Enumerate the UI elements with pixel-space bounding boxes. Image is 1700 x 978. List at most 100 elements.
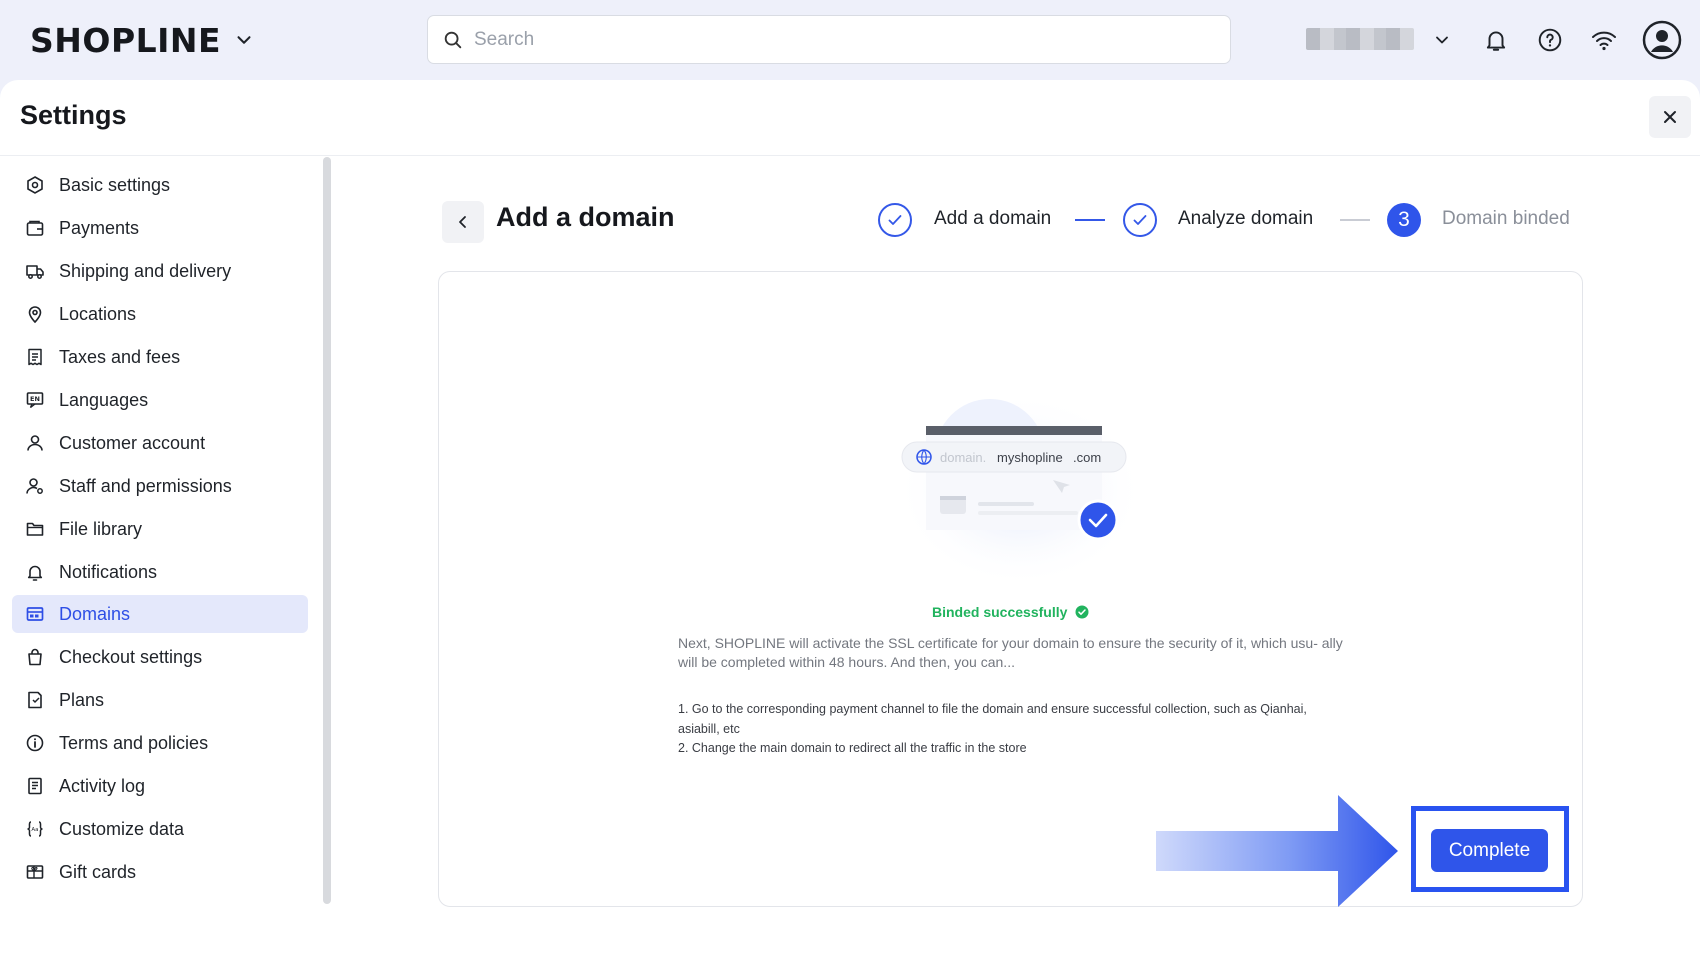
user-icon	[27, 435, 43, 451]
sidebar-item-languages[interactable]: EN Languages	[12, 381, 308, 419]
sidebar-item-domains[interactable]: Domains	[12, 595, 308, 633]
sidebar-item-label: Gift cards	[59, 861, 137, 882]
svg-text:EN: EN	[30, 395, 40, 403]
settings-header: Settings	[0, 80, 1700, 156]
code-braces-icon: Aa	[27, 821, 43, 837]
store-switcher[interactable]: SHOPLINE	[30, 18, 255, 62]
info-icon	[26, 734, 44, 752]
close-icon	[1664, 111, 1676, 123]
chevron-down-icon	[237, 36, 251, 44]
domain-icon	[26, 607, 44, 621]
success-message: Binded successfully	[932, 604, 1089, 620]
step-1-label: Add a domain	[934, 208, 1052, 229]
sidebar-item-label: Activity log	[59, 775, 146, 796]
sidebar-item-label: Taxes and fees	[59, 346, 181, 367]
sidebar-item-gift-cards[interactable]: Gift cards	[12, 853, 308, 891]
arrow-pointer-icon	[1156, 795, 1398, 907]
close-button[interactable]	[1649, 96, 1691, 138]
sidebar-item-label: Customize data	[59, 818, 185, 839]
sidebar-item-shipping[interactable]: Shipping and delivery	[12, 252, 308, 290]
store-name-blurred[interactable]	[1306, 28, 1414, 50]
sidebar-item-label: Languages	[59, 389, 149, 410]
sidebar-item-plans[interactable]: Plans	[12, 681, 308, 719]
illustration-domain-name: myshopline	[997, 450, 1063, 465]
settings-hex-icon	[27, 176, 43, 194]
location-pin-icon	[28, 306, 42, 324]
sidebar-item-label: File library	[59, 518, 143, 539]
sidebar-item-label: Customer account	[59, 432, 206, 453]
sidebar-item-customer-account[interactable]: Customer account	[12, 424, 308, 462]
check-icon	[1133, 215, 1147, 225]
sidebar-item-label: Domains	[59, 603, 131, 624]
step-2-check	[1123, 203, 1157, 237]
step-1-check	[878, 203, 912, 237]
bell-icon	[1486, 31, 1506, 51]
next-step-2: 2. Change the main domain to redirect al…	[678, 741, 1027, 755]
content-title: Add a domain	[496, 202, 675, 232]
user-gear-icon	[26, 478, 43, 494]
wallet-icon	[26, 220, 44, 236]
domain-binded-illustration: domain. myshopline .com	[895, 392, 1145, 588]
network-status-button[interactable]	[1586, 22, 1622, 58]
step-2-label: Analyze domain	[1178, 208, 1314, 229]
search-bar[interactable]	[427, 15, 1231, 64]
sidebar-item-customize-data[interactable]: Aa Customize data	[12, 810, 308, 848]
sidebar-item-label: Basic settings	[59, 174, 171, 195]
receipt-icon	[28, 348, 42, 366]
illustration-domain-prefix: domain.	[940, 450, 986, 465]
search-input[interactable]	[474, 28, 1174, 51]
sidebar-item-taxes[interactable]: Taxes and fees	[12, 338, 308, 376]
success-text: Binded successfully	[932, 604, 1068, 620]
folder-icon	[26, 522, 44, 536]
sidebar-item-activity-log[interactable]: Activity log	[12, 767, 308, 805]
step-connector-2	[1340, 219, 1370, 221]
back-button[interactable]	[442, 201, 484, 243]
truck-icon	[26, 265, 44, 279]
help-circle-icon	[1538, 28, 1562, 52]
sidebar-item-basic-settings[interactable]: Basic settings	[12, 166, 308, 204]
avatar-icon	[1642, 20, 1682, 60]
step-3-number: 3	[1387, 203, 1421, 237]
log-icon	[28, 777, 42, 795]
notifications-button[interactable]	[1478, 22, 1514, 58]
sidebar-item-staff[interactable]: Staff and permissions	[12, 467, 308, 505]
sidebar-item-label: Shipping and delivery	[59, 260, 232, 281]
chevron-left-icon	[459, 216, 466, 228]
check-circle-icon	[1075, 605, 1089, 619]
help-button[interactable]	[1532, 22, 1568, 58]
top-bar: SHOPLINE	[0, 0, 1700, 80]
language-icon: EN	[26, 392, 44, 409]
step-connector-1	[1075, 219, 1105, 221]
sidebar-scrollbar[interactable]	[323, 157, 331, 904]
check-icon	[888, 215, 902, 225]
sidebar-item-payments[interactable]: Payments	[12, 209, 308, 247]
wifi-icon	[1592, 31, 1616, 51]
search-icon	[444, 31, 462, 48]
sidebar-item-checkout[interactable]: Checkout settings	[12, 638, 308, 676]
sidebar-item-label: Notifications	[59, 561, 158, 582]
sidebar-item-notifications[interactable]: Notifications	[12, 553, 308, 591]
sidebar-item-label: Checkout settings	[59, 646, 203, 667]
page-title: Settings	[20, 100, 127, 130]
user-avatar-button[interactable]	[1641, 19, 1683, 61]
gift-card-icon	[26, 865, 44, 879]
step-3-label: Domain binded	[1442, 208, 1570, 229]
sidebar-item-file-library[interactable]: File library	[12, 510, 308, 548]
illustration-domain-suffix: .com	[1073, 450, 1101, 465]
sidebar-item-label: Payments	[59, 217, 140, 238]
next-steps-list: 1. Go to the corresponding payment chann…	[678, 700, 1348, 759]
plan-icon	[28, 691, 42, 709]
bell-icon	[27, 565, 43, 581]
sidebar-item-label: Terms and policies	[59, 732, 209, 753]
sidebar-item-label: Locations	[59, 303, 137, 324]
ssl-description: Next, SHOPLINE will activate the SSL cer…	[678, 635, 1343, 670]
complete-button[interactable]: Complete	[1431, 829, 1548, 872]
next-step-1: 1. Go to the corresponding payment chann…	[678, 702, 1307, 736]
sidebar-item-locations[interactable]: Locations	[12, 295, 308, 333]
chevron-down-icon	[1436, 36, 1448, 44]
sidebar-item-label: Staff and permissions	[59, 475, 232, 496]
sidebar-item-terms[interactable]: Terms and policies	[12, 724, 308, 762]
shopping-bag-icon	[28, 648, 42, 666]
svg-text:Aa: Aa	[31, 827, 38, 833]
account-menu-chevron[interactable]	[1424, 22, 1460, 58]
